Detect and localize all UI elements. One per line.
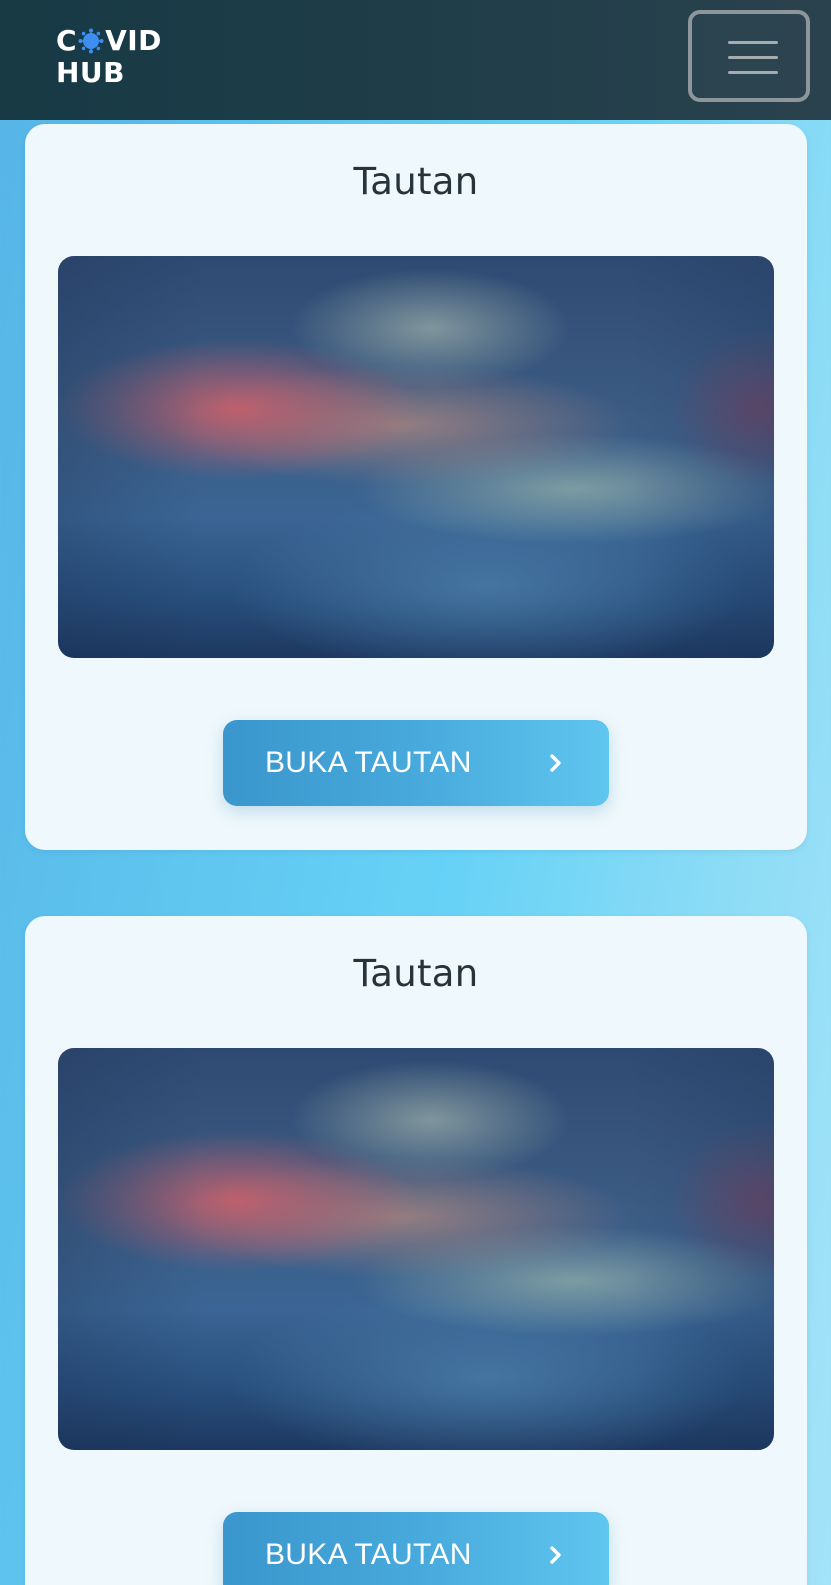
chevron-right-icon: [550, 1546, 561, 1564]
card-image: [58, 256, 774, 658]
hamburger-menu-button[interactable]: [688, 10, 810, 102]
card-image: [58, 1048, 774, 1450]
card-title: Tautan: [353, 160, 479, 203]
open-link-button[interactable]: BUKA TAUTAN: [223, 720, 609, 806]
virus-icon: [78, 28, 104, 54]
link-card: Tautan BUKA TAUTAN: [25, 124, 807, 850]
open-link-button[interactable]: BUKA TAUTAN: [223, 1512, 609, 1585]
top-navbar: C VID HUB: [0, 0, 831, 120]
open-link-button-label: BUKA TAUTAN: [265, 1538, 472, 1571]
card-title: Tautan: [353, 952, 479, 995]
logo-letters-vid: VID: [105, 24, 162, 57]
chevron-right-icon: [550, 754, 561, 772]
logo-line-2: HUB: [56, 56, 126, 89]
covid-hub-logo[interactable]: C VID HUB: [56, 24, 176, 90]
logo-line-1: C VID: [56, 24, 176, 57]
link-card: Tautan BUKA TAUTAN: [25, 916, 807, 1585]
logo-letter-c: C: [56, 24, 78, 57]
open-link-button-label: BUKA TAUTAN: [265, 746, 472, 779]
